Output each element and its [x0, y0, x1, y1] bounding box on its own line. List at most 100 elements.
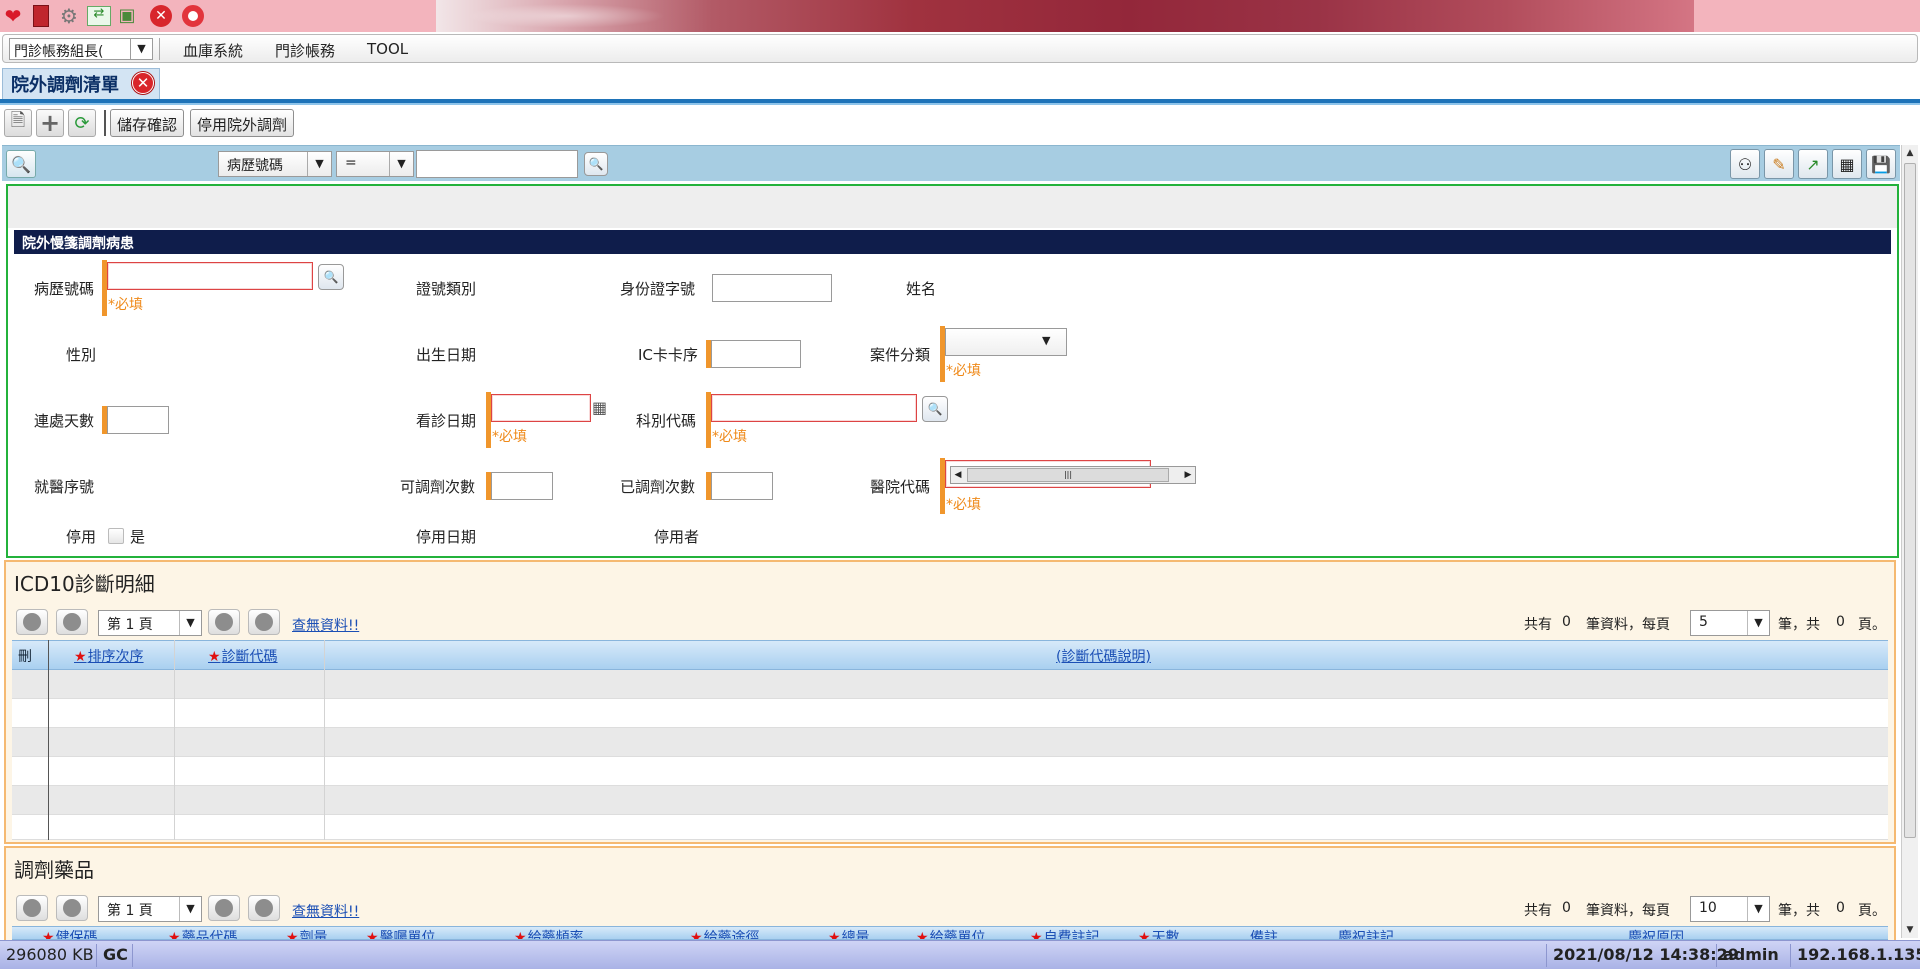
- icd10-table-header: 刪 ★排序次序 ★診斷代碼 (診斷代碼說明): [12, 640, 1888, 670]
- refresh-icon[interactable]: ⇄: [86, 3, 112, 29]
- action-toolbar: 🗎 + ⟳ 儲存確認 停用院外調劑: [0, 106, 1920, 140]
- next-page-button[interactable]: [208, 609, 240, 635]
- dept-code-lookup-icon[interactable]: 🔍: [922, 396, 948, 422]
- menu-item-tool[interactable]: TOOL: [367, 40, 408, 58]
- table-row[interactable]: [12, 815, 1888, 840]
- book-icon[interactable]: [28, 3, 54, 29]
- chevron-down-icon[interactable]: ▼: [1042, 334, 1050, 347]
- col-frequency[interactable]: ★給藥頻率: [514, 927, 584, 939]
- col-total[interactable]: ★總量: [828, 927, 870, 939]
- chevron-down-icon[interactable]: ▼: [307, 152, 331, 176]
- col-sort-order[interactable]: ★排序次序: [74, 646, 144, 666]
- col-nhi-code[interactable]: ★健保碼: [42, 927, 98, 939]
- chevron-down-icon[interactable]: ▼: [1747, 611, 1769, 635]
- scroll-up-icon[interactable]: ▲: [1902, 145, 1918, 161]
- page-select[interactable]: 第 1 頁 ▼: [98, 610, 202, 636]
- menu-item-blood-bank[interactable]: 血庫系統: [183, 40, 243, 61]
- disabled-checkbox[interactable]: [108, 528, 124, 544]
- save-icon[interactable]: 💾: [1866, 149, 1896, 179]
- export-icon[interactable]: ↗: [1798, 149, 1828, 179]
- col-days[interactable]: ★天數: [1138, 927, 1180, 939]
- col-celebrate-flag[interactable]: 慶祝註記: [1338, 927, 1394, 939]
- scroll-down-icon[interactable]: ▼: [1902, 922, 1918, 938]
- col-dose[interactable]: ★劑量: [286, 927, 328, 939]
- col-remark[interactable]: 備註: [1250, 927, 1278, 939]
- tab-close-icon[interactable]: ✕: [132, 72, 154, 94]
- col-order-unit[interactable]: ★醫囑單位: [366, 927, 436, 939]
- per-page-select[interactable]: 5 ▼: [1690, 610, 1770, 636]
- col-admin-unit[interactable]: ★給藥單位: [916, 927, 986, 939]
- reload-icon[interactable]: ⟳: [68, 109, 96, 137]
- table-row[interactable]: [12, 728, 1888, 757]
- binoculars-icon[interactable]: ⚇: [1730, 149, 1760, 179]
- search-operator-select[interactable]: = ▼: [336, 151, 414, 177]
- allow-count-input[interactable]: [491, 472, 553, 500]
- col-drug-code[interactable]: ★藥品代碼: [168, 927, 238, 939]
- table-row[interactable]: [12, 699, 1888, 728]
- search-input[interactable]: [416, 150, 578, 178]
- table-row[interactable]: [12, 757, 1888, 786]
- col-diagnosis-code[interactable]: ★診斷代碼: [208, 646, 278, 666]
- col-route[interactable]: ★給藥途徑: [690, 927, 760, 939]
- col-celebrate-reason[interactable]: 慶祝原因: [1628, 927, 1684, 939]
- page-select[interactable]: 第 1 頁 ▼: [98, 896, 202, 922]
- per-page-select[interactable]: 10 ▼: [1690, 896, 1770, 922]
- last-page-button[interactable]: [248, 609, 280, 635]
- add-icon[interactable]: +: [36, 109, 64, 137]
- menu-item-outpatient-billing[interactable]: 門診帳務: [275, 40, 335, 61]
- days-input[interactable]: [107, 406, 169, 434]
- no-data-link[interactable]: 查無資料!!: [292, 901, 359, 921]
- no-data-link[interactable]: 查無資料!!: [292, 615, 359, 635]
- id-no-input[interactable]: [712, 274, 832, 302]
- done-count-input[interactable]: [711, 472, 773, 500]
- dept-code-label: 科別代碼: [636, 412, 697, 430]
- required-hint: *必填: [712, 429, 747, 445]
- chevron-down-icon[interactable]: ▼: [130, 39, 152, 59]
- gc-button[interactable]: GC: [96, 944, 134, 967]
- chevron-down-icon[interactable]: ▼: [389, 152, 413, 176]
- broom-icon[interactable]: ✎: [1764, 149, 1794, 179]
- id-no-label: 身份證字號: [620, 280, 696, 298]
- search-field-select[interactable]: 病歷號碼 ▼: [218, 151, 332, 177]
- disable-outside-dispensing-button[interactable]: 停用院外調劑: [190, 109, 295, 137]
- hospital-code-hscrollbar[interactable]: ◀ ||| ▶: [950, 466, 1196, 484]
- page-scrollbar[interactable]: ▲ ▼: [1901, 145, 1918, 938]
- col-diagnosis-desc[interactable]: (診斷代碼說明): [1056, 646, 1151, 666]
- chevron-down-icon[interactable]: ▼: [179, 897, 201, 921]
- hscroll-thumb[interactable]: |||: [967, 468, 1169, 482]
- new-document-icon[interactable]: 🗎: [4, 109, 32, 137]
- required-hint: *必填: [108, 297, 143, 313]
- scroll-left-icon[interactable]: ◀: [951, 467, 965, 483]
- prev-page-button[interactable]: [56, 609, 88, 635]
- grid-settings-icon[interactable]: ▦: [1832, 149, 1862, 179]
- col-self-pay[interactable]: ★自費註記: [1030, 927, 1100, 939]
- chevron-down-icon[interactable]: ▼: [1747, 897, 1769, 921]
- prev-page-button[interactable]: [56, 895, 88, 921]
- dept-code-input[interactable]: [711, 394, 917, 422]
- gear-icon[interactable]: ⚙: [56, 3, 82, 29]
- scrollbar-thumb[interactable]: [1904, 163, 1916, 838]
- lifebuoy-icon[interactable]: [180, 3, 206, 29]
- table-row[interactable]: [12, 786, 1888, 815]
- chart-no-input[interactable]: [107, 262, 313, 290]
- calendar-icon[interactable]: ▦: [592, 398, 607, 417]
- chart-icon[interactable]: ▣: [114, 3, 140, 29]
- first-page-button[interactable]: [16, 895, 48, 921]
- search-lookup-icon[interactable]: 🔍: [584, 152, 608, 176]
- icd10-grid-title: ICD10診斷明細: [14, 572, 155, 596]
- visit-date-input[interactable]: [491, 394, 591, 422]
- first-page-button[interactable]: [16, 609, 48, 635]
- drug-grid-panel: 調劑藥品 第 1 頁 ▼ 查無資料!! 共有 0 筆資料，每頁 10 ▼ 筆，共…: [4, 846, 1896, 940]
- scroll-right-icon[interactable]: ▶: [1181, 467, 1195, 483]
- heart-icon[interactable]: ❤: [0, 3, 26, 29]
- search-icon[interactable]: 🔍: [6, 150, 36, 178]
- chevron-down-icon[interactable]: ▼: [179, 611, 201, 635]
- save-confirm-button[interactable]: 儲存確認: [110, 109, 185, 137]
- table-row[interactable]: [12, 670, 1888, 699]
- chart-no-lookup-icon[interactable]: 🔍: [318, 264, 344, 290]
- ic-seq-input[interactable]: [711, 340, 801, 368]
- role-select[interactable]: 門診帳務組長( ▼: [9, 38, 153, 60]
- close-icon[interactable]: ✕: [148, 3, 174, 29]
- next-page-button[interactable]: [208, 895, 240, 921]
- last-page-button[interactable]: [248, 895, 280, 921]
